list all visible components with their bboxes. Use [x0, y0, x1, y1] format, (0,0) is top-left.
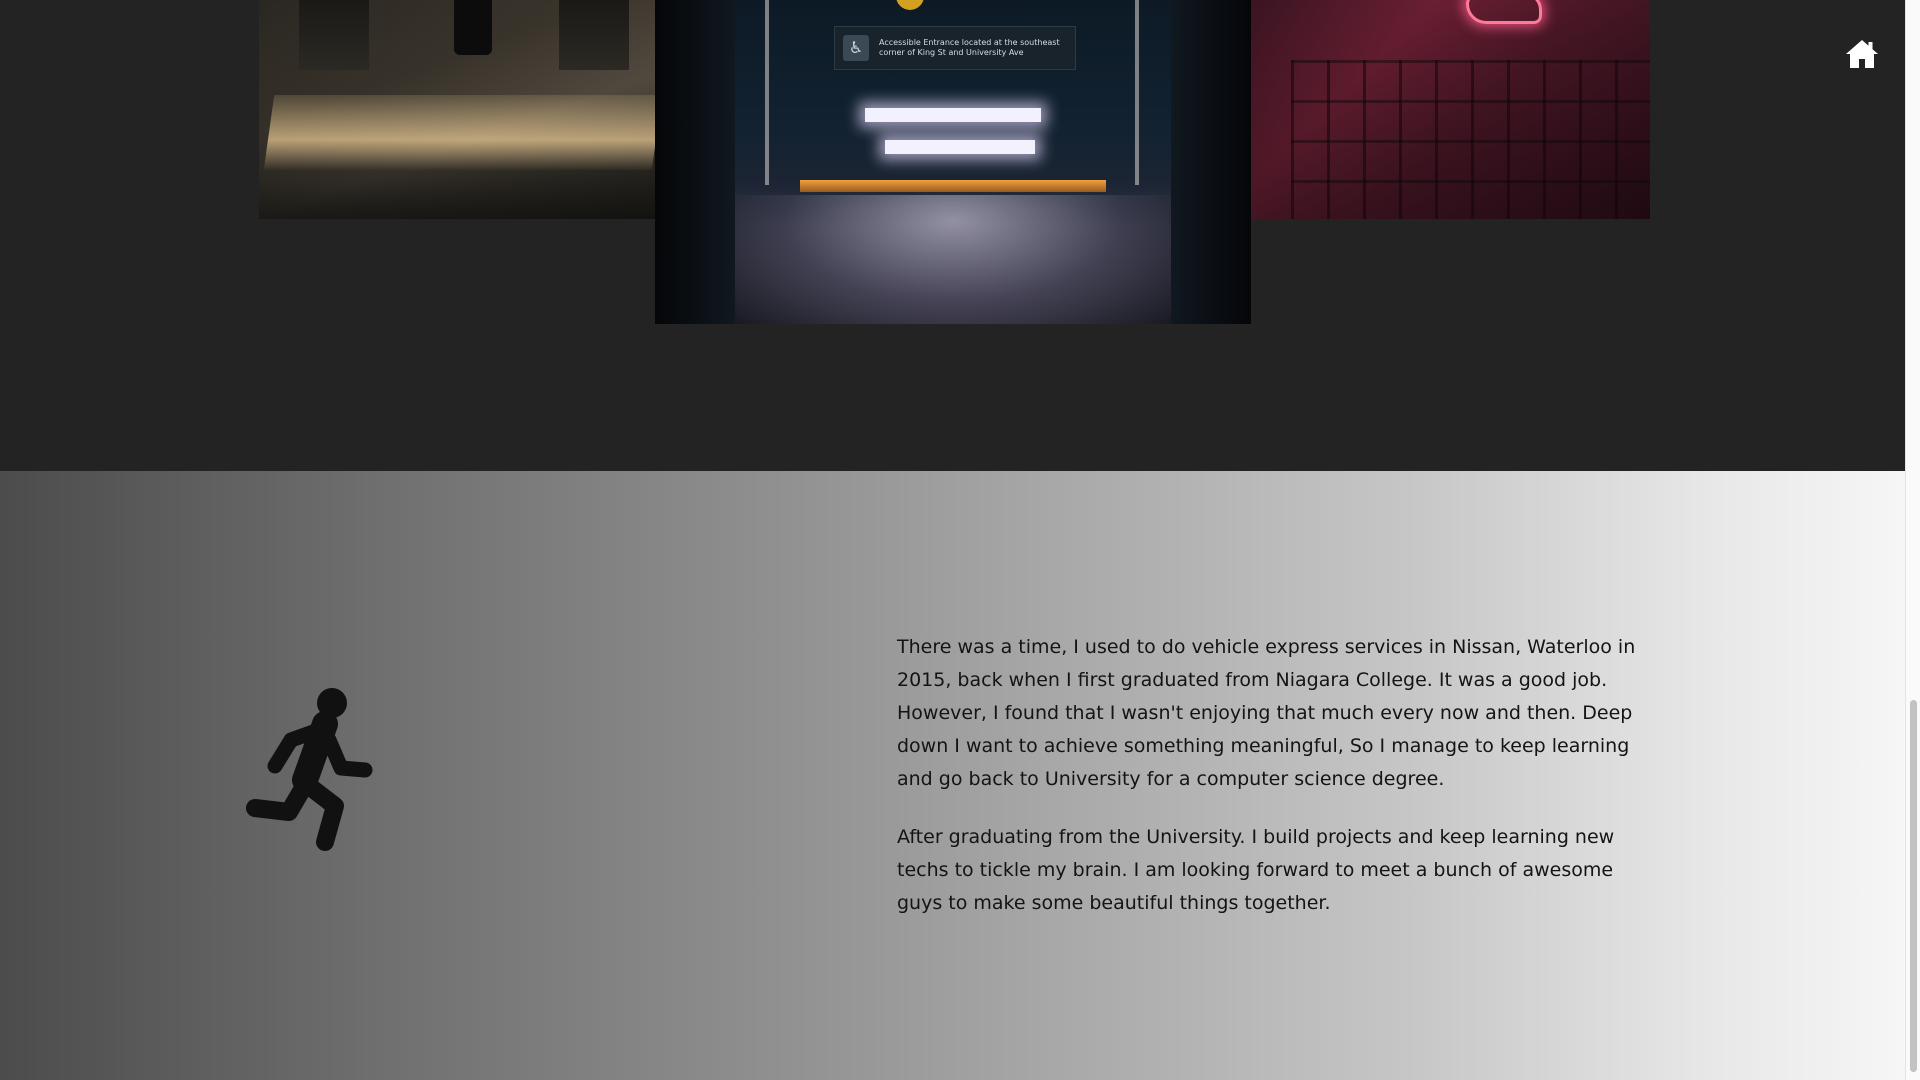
lobby-floor-reflection [263, 95, 657, 170]
about-paragraph: There was a time, I used to do vehicle e… [897, 636, 1636, 790]
lobby-stool [454, 0, 492, 55]
about-section: There was a time, I used to do vehicle e… [0, 471, 1905, 1080]
subway-entrance-photo[interactable]: ♿ Accessible Entrance located at the sou… [655, 0, 1251, 324]
sign-text: Accessible Entrance located at the south… [879, 38, 1060, 57]
scrollbar-thumb[interactable] [1910, 700, 1917, 1072]
about-paragraph: After graduating from the University. I … [897, 826, 1615, 914]
hotel-lobby-photo[interactable] [259, 0, 657, 219]
stair-step [800, 180, 1106, 192]
building-facade [1291, 60, 1650, 219]
about-text: There was a time, I used to do vehicle e… [897, 631, 1657, 945]
ceiling-light [865, 108, 1041, 122]
subway-wall-right [1171, 0, 1251, 324]
home-icon [1846, 40, 1878, 68]
home-button[interactable] [1844, 38, 1880, 70]
wheelchair-icon: ♿ [843, 35, 869, 61]
subway-wall-left [655, 0, 735, 324]
subway-floor [735, 195, 1171, 324]
handrail [765, 0, 769, 185]
vertical-scrollbar[interactable] [1905, 0, 1920, 1080]
neon-building-photo[interactable] [1251, 0, 1650, 219]
lobby-pillar [299, 0, 369, 70]
page: ♿ Accessible Entrance located at the sou… [0, 0, 1905, 1080]
ceiling-light [885, 140, 1035, 154]
handrail [1135, 0, 1139, 185]
lobby-pillar [559, 0, 629, 70]
running-person-icon [246, 688, 373, 851]
neon-sign [1466, 0, 1542, 24]
subway-logo [896, 0, 924, 10]
accessible-entrance-sign: ♿ Accessible Entrance located at the sou… [834, 26, 1076, 70]
photo-gallery: ♿ Accessible Entrance located at the sou… [0, 0, 1905, 471]
